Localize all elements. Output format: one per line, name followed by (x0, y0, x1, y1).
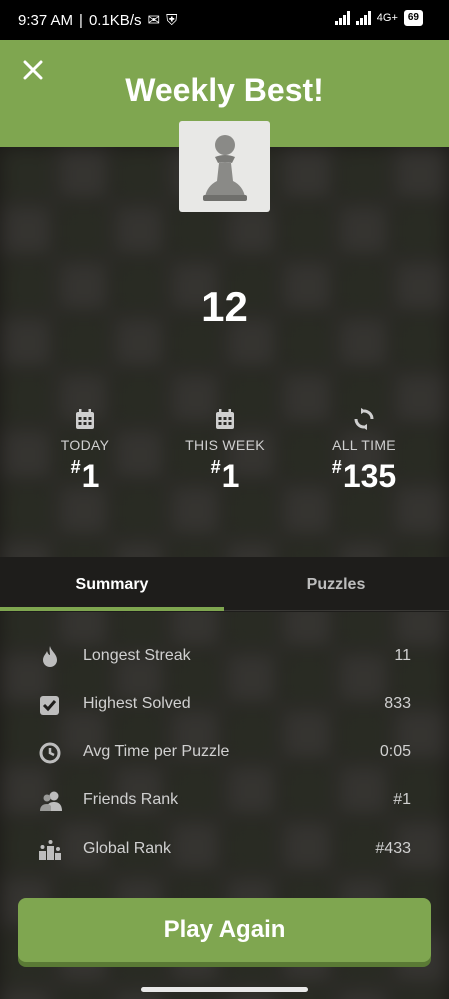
calendar-icon (10, 408, 160, 432)
checkbox-icon (38, 693, 62, 717)
rank-label: THIS WEEK (185, 437, 265, 453)
refresh-icon (289, 408, 439, 432)
rank-value: #1 (70, 457, 100, 494)
rank-label: TODAY (60, 437, 110, 453)
summary-label: Highest Solved (83, 695, 191, 712)
podium-icon (38, 838, 62, 862)
status-speed: 0.1KB/s (88, 11, 142, 29)
calendar-icon (150, 408, 300, 432)
summary-value: 833 (384, 695, 411, 712)
summary-row-longest-streak: Longest Streak 11 (0, 637, 449, 677)
rank-value: #1 (210, 457, 240, 494)
battery-icon: 69 (403, 10, 423, 26)
summary-row-friends-rank: Friends Rank #1 (0, 781, 449, 821)
signal-icon-2 (355, 11, 371, 25)
tab-puzzles[interactable]: Puzzles (224, 557, 448, 612)
rank-today: TODAY #1 (10, 408, 160, 495)
rank-this-week: THIS WEEK #1 (150, 408, 300, 495)
summary-value: #1 (393, 791, 411, 808)
signal-icon (334, 11, 350, 25)
tab-active-indicator (0, 607, 224, 611)
network-label: 4G+ (376, 12, 398, 24)
summary-row-highest-solved: Highest Solved 833 (0, 685, 449, 725)
pawn-icon (179, 121, 270, 212)
status-bar: 9:37 AM | 0.1KB/s ✉ ⛨ 4G+ 69 (0, 0, 449, 40)
score-value: 12 (201, 283, 248, 330)
summary-value: #433 (375, 840, 411, 857)
tab-divider (224, 610, 449, 611)
rank-label: ALL TIME (332, 437, 396, 453)
play-again-button[interactable]: Play Again (18, 898, 431, 962)
summary-value: 11 (394, 647, 411, 664)
page-title: Weekly Best! (125, 72, 324, 108)
summary-label: Friends Rank (83, 791, 179, 808)
summary-value: 0:05 (379, 743, 411, 760)
tab-summary[interactable]: Summary (0, 557, 224, 612)
summary-label: Longest Streak (83, 647, 191, 664)
summary-row-avg-time: Avg Time per Puzzle 0:05 (0, 733, 449, 773)
tab-bar: Summary Puzzles (0, 557, 449, 612)
shield-icon: ⛨ (166, 11, 178, 29)
summary-label: Global Rank (83, 840, 172, 857)
mail-icon: ✉ (147, 12, 161, 29)
home-indicator[interactable] (141, 987, 308, 992)
summary-row-global-rank: Global Rank #433 (0, 830, 449, 870)
rank-all-time: ALL TIME #135 (289, 408, 439, 495)
summary-label: Avg Time per Puzzle (83, 743, 230, 760)
clock-icon (38, 741, 62, 765)
status-time: 9:37 AM (18, 11, 74, 29)
rank-value: #135 (331, 457, 397, 494)
friends-icon (38, 789, 62, 813)
flame-icon (38, 645, 62, 669)
